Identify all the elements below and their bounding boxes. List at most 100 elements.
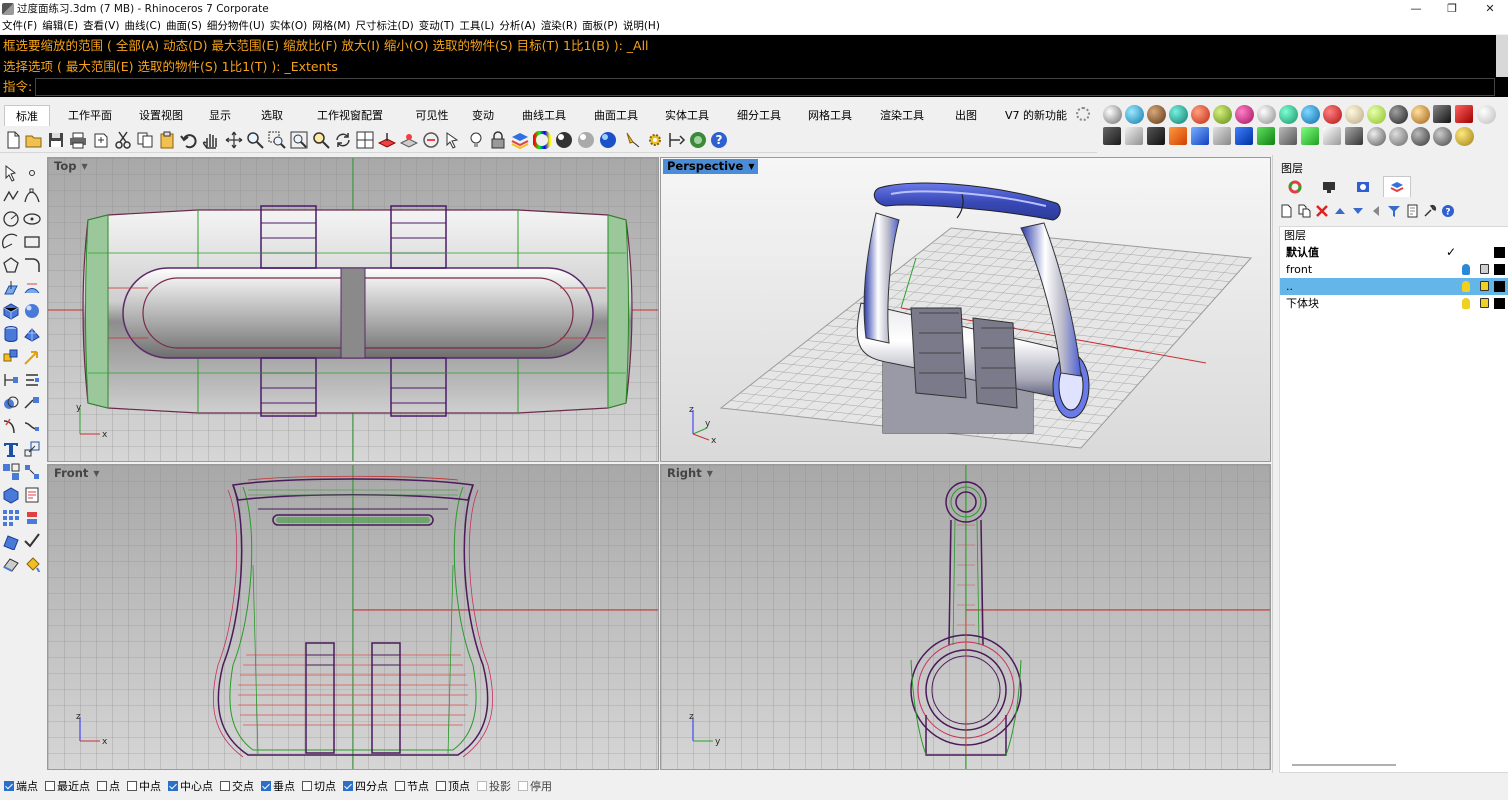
material-swatch[interactable]	[1455, 105, 1473, 123]
osnap-center[interactable]: 中心点	[168, 778, 213, 794]
tab-viewport-layout[interactable]: 工作视窗配置	[296, 105, 404, 126]
menu-dimension[interactable]: 尺寸标注(D)	[355, 18, 418, 33]
tab-visibility[interactable]: 可见性	[404, 105, 460, 126]
tab-drafting[interactable]: 出图	[938, 105, 994, 126]
chevron-down-icon[interactable]: ▼	[707, 466, 713, 481]
new-layer-icon[interactable]	[1279, 204, 1293, 218]
osnap-checkbox[interactable]	[302, 781, 312, 791]
loft-icon[interactable]	[23, 279, 41, 297]
menu-file[interactable]: 文件(F)	[2, 18, 42, 33]
tab-surface-tools[interactable]: 曲面工具	[582, 105, 650, 126]
cage-edit-icon[interactable]	[2, 555, 20, 573]
osnap-mid[interactable]: 中点	[127, 778, 161, 794]
tab-standard[interactable]: 标准	[4, 105, 50, 126]
menu-surface[interactable]: 曲面(S)	[166, 18, 207, 33]
rectangle-icon[interactable]	[23, 233, 41, 251]
extrude-icon[interactable]	[2, 279, 20, 297]
osnap-project[interactable]: 投影	[477, 778, 511, 794]
grid-array-icon[interactable]	[2, 509, 20, 527]
viewport-title-front[interactable]: Front ▼	[50, 466, 104, 481]
viewport-top[interactable]: y x Top ▼	[47, 157, 659, 462]
rhino-account-icon[interactable]	[689, 131, 707, 149]
delete-icon[interactable]	[1315, 204, 1329, 218]
osnap-checkbox[interactable]	[168, 781, 178, 791]
menu-transform[interactable]: 变动(T)	[419, 18, 460, 33]
material-swatch[interactable]	[1169, 127, 1187, 145]
osnap-intersection[interactable]: 交点	[220, 778, 254, 794]
osnap-checkbox[interactable]	[97, 781, 107, 791]
gear-icon[interactable]	[1076, 107, 1090, 121]
sphere-solid-icon[interactable]	[23, 302, 41, 320]
color-wheel-icon[interactable]	[533, 131, 551, 149]
material-swatch[interactable]	[1433, 127, 1452, 146]
osnap-quadrant[interactable]: 四分点	[343, 778, 388, 794]
menu-solid[interactable]: 实体(O)	[270, 18, 312, 33]
open-file-icon[interactable]	[25, 131, 43, 149]
osnap-checkbox[interactable]	[45, 781, 55, 791]
tab-subd-tools[interactable]: 细分工具	[724, 105, 794, 126]
options-gear-icon[interactable]	[646, 131, 664, 149]
minimize-button[interactable]: —	[1398, 0, 1434, 17]
print-icon[interactable]	[69, 131, 87, 149]
import-icon[interactable]	[92, 131, 110, 149]
material-swatch[interactable]	[1323, 105, 1342, 124]
scale-icon[interactable]	[23, 440, 41, 458]
material-swatch[interactable]	[1103, 105, 1122, 124]
dimension-tool-icon[interactable]	[2, 371, 20, 389]
zoom-selected-icon[interactable]	[312, 131, 330, 149]
viewport-perspective[interactable]: z y x Perspective ▼	[660, 157, 1271, 462]
undo-icon[interactable]	[180, 131, 198, 149]
pan-icon[interactable]	[202, 131, 220, 149]
cplane-icon[interactable]	[378, 131, 396, 149]
material-swatch[interactable]	[1125, 127, 1143, 145]
zoom-window-icon[interactable]	[268, 131, 286, 149]
copy-icon[interactable]	[136, 131, 154, 149]
environment-sphere-icon[interactable]	[599, 131, 617, 149]
material-swatch[interactable]	[1345, 105, 1364, 124]
paste-icon[interactable]	[158, 131, 176, 149]
osnap-point[interactable]: 点	[97, 778, 120, 794]
material-swatch[interactable]	[1389, 127, 1408, 146]
tab-cplanes[interactable]: 工作平面	[50, 105, 130, 126]
cylinder-icon[interactable]	[2, 325, 20, 343]
material-swatch[interactable]	[1367, 127, 1386, 146]
material-swatch[interactable]	[1257, 127, 1275, 145]
menu-help[interactable]: 说明(H)	[623, 18, 665, 33]
named-views-icon[interactable]	[422, 131, 440, 149]
light-bulb-icon[interactable]	[1462, 264, 1470, 275]
material-swatch[interactable]	[1191, 127, 1209, 145]
material-swatch[interactable]	[1125, 105, 1144, 124]
material-swatch[interactable]	[1213, 105, 1232, 124]
circle-icon[interactable]	[2, 210, 20, 228]
osnap-disable[interactable]: 停用	[518, 778, 552, 794]
osnap-checkbox[interactable]	[127, 781, 137, 791]
material-swatch[interactable]	[1213, 127, 1231, 145]
material-swatch[interactable]	[1455, 127, 1474, 146]
arc-icon[interactable]	[2, 233, 20, 251]
osnap-checkbox[interactable]	[343, 781, 353, 791]
save-icon[interactable]	[47, 131, 65, 149]
layer-states-icon[interactable]	[1405, 204, 1419, 218]
transform-tools-icon[interactable]	[2, 348, 20, 366]
tab-select[interactable]: 选取	[248, 105, 296, 126]
ellipse-icon[interactable]	[23, 210, 41, 228]
split-icon[interactable]	[23, 394, 41, 412]
menu-tools[interactable]: 工具(L)	[459, 18, 499, 33]
material-swatch[interactable]	[1279, 127, 1297, 145]
dimension-icon[interactable]	[668, 131, 686, 149]
material-swatch[interactable]	[1323, 127, 1341, 145]
trim-icon[interactable]	[2, 417, 20, 435]
command-input[interactable]	[35, 78, 1496, 96]
layer-color-swatch[interactable]	[1494, 281, 1505, 292]
menu-render[interactable]: 渲染(R)	[541, 18, 583, 33]
osnap-checkbox[interactable]	[220, 781, 230, 791]
point-icon[interactable]	[23, 164, 41, 182]
help-icon[interactable]: ?	[710, 131, 728, 149]
array-icon[interactable]	[23, 463, 41, 481]
material-swatch[interactable]	[1411, 105, 1430, 124]
osnap-checkbox[interactable]	[395, 781, 405, 791]
history-icon[interactable]	[23, 486, 41, 504]
boolean-icon[interactable]	[2, 394, 20, 412]
four-viewports-icon[interactable]	[356, 131, 374, 149]
rotate-view-icon[interactable]	[334, 131, 352, 149]
